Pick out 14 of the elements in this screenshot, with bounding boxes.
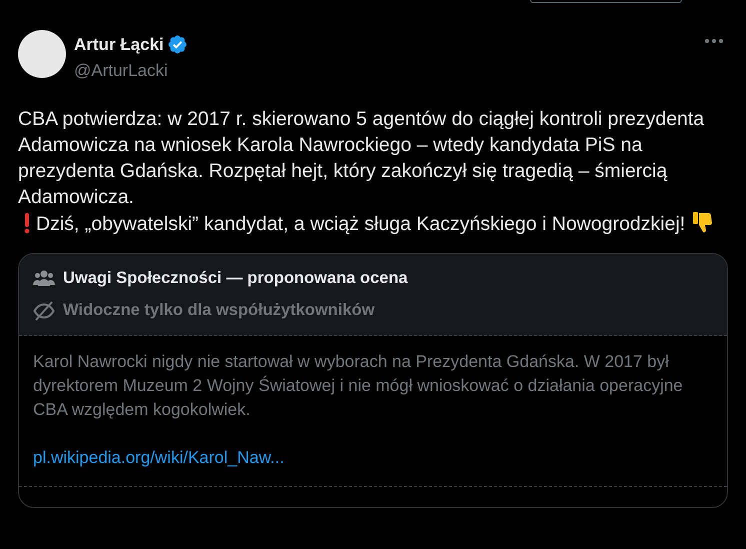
eye-slash-icon bbox=[33, 300, 55, 321]
more-icon[interactable] bbox=[704, 38, 724, 44]
people-icon bbox=[33, 268, 55, 287]
note-text: Karol Nawrocki nigdy nie startował w wyborach na Prezydenta Gdańska. W 2017 był dyrektorem Muzeum 2 Wojny Światowej i nie mógł wnioskować o działania operacyjne CBA względem kogokolwiek. bbox=[33, 351, 684, 421]
note-link[interactable]: pl.wikipedia.org/wiki/Karol_Naw... bbox=[33, 448, 284, 467]
author-name[interactable]: Artur Łącki bbox=[74, 32, 164, 58]
note-title: Uwagi Społeczności — proponowana ocena bbox=[63, 268, 408, 288]
author-handle[interactable]: @ArturLacki bbox=[74, 60, 168, 80]
exclamation-icon bbox=[22, 212, 32, 234]
button-edge[interactable] bbox=[530, 0, 682, 3]
avatar-photo-placeholder[interactable] bbox=[18, 30, 66, 78]
note-visibility: Widoczne tylko dla współużytkowników bbox=[63, 300, 375, 322]
post-text: CBA potwierdza: w 2017 r. skierowano 5 agentów do ciągłej kontroli prezydenta Adamowicza na wniosek Karola Nawrockiego – wtedy kandydata PiS na prezydenta Gdańska. Rozpętał hejt, który zakończył się tragedią – śmiercią Adamowicza. bbox=[18, 106, 706, 210]
post-text: Dziś, „obywatelski” kandydat, a wciąż sługa Kaczyńskiego i Nowogrodzkiej! bbox=[36, 210, 716, 236]
